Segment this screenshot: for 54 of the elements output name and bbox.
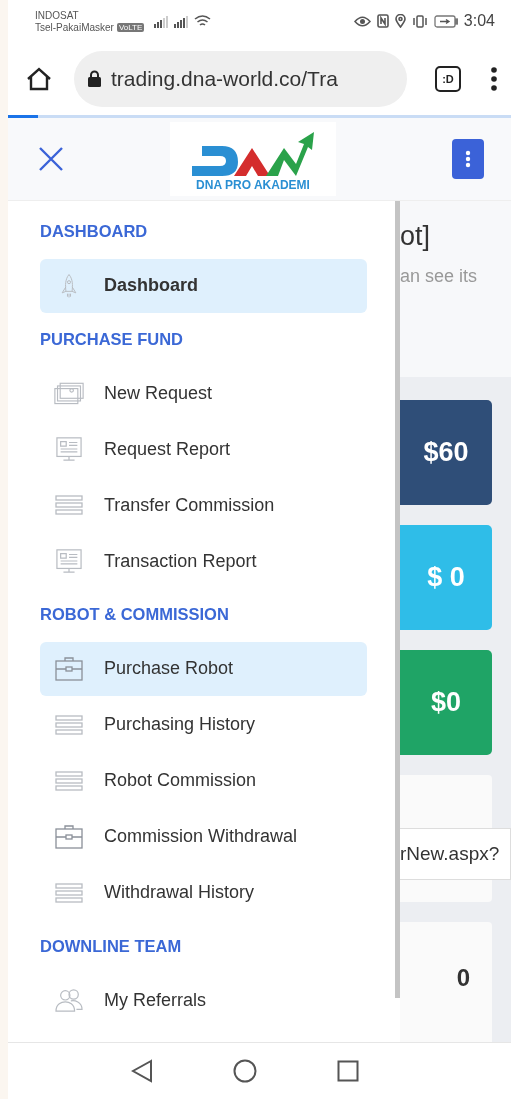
home-icon[interactable] bbox=[26, 66, 52, 91]
url-field[interactable]: trading.dna-world.co/Tra bbox=[74, 50, 407, 107]
battery-icon bbox=[433, 14, 458, 28]
home-button[interactable] bbox=[232, 1059, 257, 1083]
link-tooltip: rNew.aspx? bbox=[400, 828, 511, 880]
section-heading: DASHBOARD bbox=[40, 221, 149, 243]
volte-badge: VoLTE bbox=[116, 22, 145, 32]
clock-time: 3:04 bbox=[463, 12, 495, 30]
eye-icon bbox=[353, 15, 371, 27]
back-button[interactable] bbox=[130, 1059, 153, 1083]
monitor-icon bbox=[54, 436, 84, 462]
more-options-icon[interactable] bbox=[491, 66, 497, 91]
signal-icon bbox=[174, 15, 189, 28]
monitor-icon bbox=[54, 548, 84, 574]
stat-card: $0 bbox=[400, 650, 492, 755]
tab-switcher-button[interactable]: :D bbox=[435, 65, 461, 92]
sidebar-item[interactable]: Dashboard bbox=[40, 258, 367, 313]
carrier-name: INDOSAT bbox=[35, 9, 80, 21]
people-icon bbox=[54, 987, 84, 1013]
list-icon bbox=[54, 492, 84, 518]
sidebar-item[interactable]: Robot Commission bbox=[40, 753, 367, 808]
sidebar-item[interactable]: New Request bbox=[40, 366, 367, 420]
sidebar-item[interactable]: Purchasing History bbox=[40, 697, 367, 752]
section-heading: PURCHASE FUND bbox=[40, 328, 184, 350]
menu-button[interactable] bbox=[452, 139, 484, 179]
carrier-name: Tsel-PakaiMasker bbox=[35, 21, 114, 33]
briefcase-icon bbox=[54, 823, 84, 850]
sidebar-item[interactable]: Transaction Report bbox=[40, 534, 367, 588]
sidebar-item[interactable]: My Referrals bbox=[40, 973, 367, 1027]
signal-icon bbox=[154, 15, 169, 28]
sidebar-item[interactable]: Transfer Commission bbox=[40, 478, 367, 532]
vibrate-icon bbox=[411, 14, 428, 28]
sidebar-item[interactable]: Withdrawal History bbox=[40, 865, 367, 920]
sidebar-item[interactable]: Request Report bbox=[40, 422, 367, 476]
page-subtitle: an see its bbox=[400, 266, 479, 287]
briefcase-icon bbox=[54, 655, 84, 682]
close-icon[interactable] bbox=[38, 146, 64, 172]
logo: DNA PRO AKADEMI bbox=[170, 122, 336, 196]
recents-button[interactable] bbox=[336, 1060, 359, 1082]
lock-icon bbox=[88, 70, 101, 87]
money-icon bbox=[54, 380, 84, 406]
wifi-icon bbox=[194, 14, 212, 28]
count-value: 0 bbox=[456, 964, 470, 993]
scrollbar[interactable] bbox=[395, 201, 400, 998]
menu-dots-icon bbox=[465, 150, 471, 168]
page-title: ot] bbox=[400, 221, 432, 252]
stat-card: $60 bbox=[400, 400, 492, 505]
section-heading: DOWNLINE TEAM bbox=[40, 935, 183, 957]
sidebar-item[interactable]: Commission Withdrawal bbox=[40, 809, 367, 864]
location-icon bbox=[394, 14, 406, 28]
nfc-icon bbox=[376, 14, 389, 28]
stat-card: $ 0 bbox=[400, 525, 492, 630]
section-heading: ROBOT & COMMISSION bbox=[40, 604, 230, 626]
sidebar-item[interactable]: Purchase Robot bbox=[40, 641, 367, 696]
